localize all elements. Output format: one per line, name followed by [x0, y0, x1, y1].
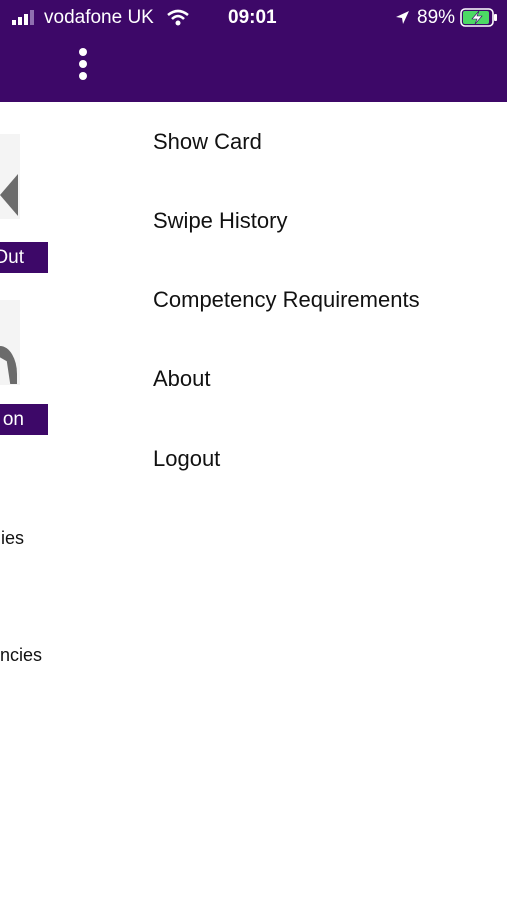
battery-charging-icon	[460, 8, 497, 27]
carrier-name: vodafone UK	[44, 7, 154, 28]
kebab-dot	[79, 60, 87, 68]
location-arrow-icon	[396, 11, 409, 24]
background-text: ncies	[0, 645, 42, 665]
background-screen: Out on ies ncies	[0, 102, 127, 900]
back-arrow-icon	[0, 174, 18, 216]
background-button-label: Out	[0, 247, 24, 268]
menu-item-logout[interactable]: Logout	[153, 434, 493, 484]
status-bar: vodafone UK 09:01 89%	[0, 0, 507, 36]
menu-item-competency-requirements[interactable]: Competency Requirements	[153, 275, 493, 325]
wifi-icon	[167, 9, 189, 26]
menu-item-show-card[interactable]: Show Card	[153, 117, 493, 167]
kebab-menu-icon[interactable]	[72, 48, 94, 86]
kebab-dot	[79, 72, 87, 80]
background-button[interactable]: Out	[0, 242, 48, 273]
background-text: ies	[0, 528, 24, 548]
background-button[interactable]: on	[0, 404, 48, 435]
dropdown-menu: Show Card Swipe History Competency Requi…	[127, 102, 507, 900]
background-button-label: on	[2, 409, 24, 430]
status-time: 09:01	[228, 7, 277, 28]
app-header: vodafone UK 09:01 89%	[0, 0, 507, 102]
menu-item-swipe-history[interactable]: Swipe History	[153, 196, 493, 246]
kebab-dot	[79, 48, 87, 56]
menu-item-about[interactable]: About	[153, 354, 493, 404]
battery-percentage: 89%	[417, 7, 456, 28]
signal-icon	[12, 10, 34, 25]
